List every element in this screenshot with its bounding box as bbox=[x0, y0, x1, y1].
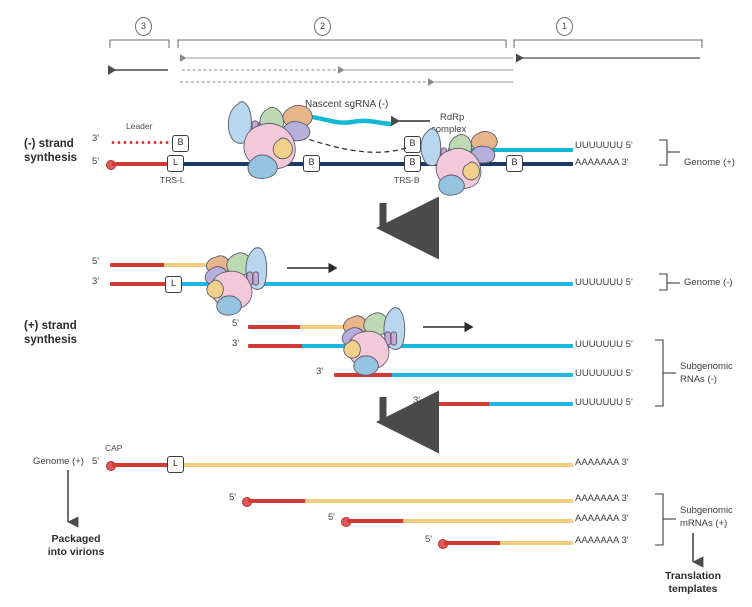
step-number-1: 1 bbox=[556, 17, 573, 36]
mrna-1-red-segment bbox=[248, 499, 307, 503]
row4-poly-a-label-1: AAAAAAA 3' bbox=[575, 493, 629, 504]
marker-l-trs-l: L bbox=[167, 155, 184, 172]
translation-note-line1: Translation bbox=[664, 570, 721, 582]
genome-plus-bracket bbox=[659, 139, 680, 166]
row3-sgrna-cyan-strand-1 bbox=[302, 344, 573, 348]
packaged-note-line1: Packaged bbox=[51, 533, 101, 545]
mrna-1-yellow-strand bbox=[305, 499, 573, 503]
row2-leader-red-segment bbox=[110, 282, 167, 286]
row3-sg2-three-prime-label: 3' bbox=[316, 366, 324, 377]
row1-poly-u-label: UUUUUUU 5' bbox=[575, 140, 633, 151]
row3-poly-u-label-1: UUUUUUU 5' bbox=[575, 339, 633, 350]
row4-poly-a-label-2: AAAAAAA 3' bbox=[575, 513, 629, 524]
rdrp-complex-label-line1: RdRp bbox=[440, 112, 465, 123]
section-label-negative-strand-line1: (-) strand bbox=[24, 138, 74, 150]
top-bracket-1 bbox=[513, 39, 703, 48]
marker-b-right: B bbox=[506, 155, 523, 172]
row3-sgrna-cyan-strand-3 bbox=[489, 402, 573, 406]
mrna-2-red-segment bbox=[347, 519, 404, 523]
row2-three-prime-label: 3' bbox=[92, 276, 100, 287]
mrna-2-yellow-strand bbox=[403, 519, 573, 523]
subgenomic-rnas-bracket-label-line2: RNAs (-) bbox=[680, 374, 717, 385]
nascent-leader-dotted-strand bbox=[110, 141, 172, 144]
rdrp-complex-blob-row3 bbox=[341, 307, 406, 376]
step-number-3: 3 bbox=[135, 17, 152, 36]
row4-poly-a-label-3: AAAAAAA 3' bbox=[575, 535, 629, 546]
row1-leader-red-segment bbox=[112, 162, 174, 166]
row3-sg3-red-segment bbox=[430, 402, 490, 406]
marker-b-trs-b-top: B bbox=[404, 136, 421, 153]
row3-poly-u-label-3: UUUUUUU 5' bbox=[575, 397, 633, 408]
trs-b-label: TRS-B bbox=[394, 175, 420, 185]
nascent-sgrna-label: Nascent sgRNA (-) bbox=[305, 99, 389, 110]
row2-five-prime-label: 5' bbox=[92, 256, 100, 267]
row3-three-prime-label: 3' bbox=[232, 338, 240, 349]
row3-sg3-three-prime-label: 3' bbox=[413, 395, 421, 406]
section-label-negative-strand-line2: synthesis bbox=[24, 152, 78, 164]
row3-sgrna-cyan-strand-2 bbox=[392, 373, 573, 377]
row2-poly-u-label: UUUUUUU 5' bbox=[575, 277, 633, 288]
nascent-sgrna-wave bbox=[287, 113, 393, 127]
overlay-graphics bbox=[67, 39, 704, 568]
row4-genome-red-segment bbox=[112, 463, 174, 467]
marker-b-leader-top: B bbox=[172, 135, 189, 152]
subgenomic-mrnas-bracket-label-line1: Subgenomic bbox=[680, 505, 733, 516]
genome-plus-label: Genome (+) bbox=[33, 456, 84, 467]
section-label-positive-strand-line2: synthesis bbox=[24, 334, 78, 346]
step-number-2: 2 bbox=[314, 17, 331, 36]
subgenomic-mrnas-bracket-label-line2: mRNAs (+) bbox=[680, 518, 728, 529]
row2-genome-negative-cyan-strand bbox=[165, 282, 573, 286]
rdrp-complex-blob-row1-left bbox=[227, 101, 313, 180]
row3-five-prime-label: 5' bbox=[232, 318, 240, 329]
marker-l-row2: L bbox=[165, 276, 182, 293]
subgenomic-rnas-bracket bbox=[655, 339, 676, 407]
marker-b-mid: B bbox=[303, 155, 320, 172]
row3-sg2-red-segment bbox=[334, 373, 393, 377]
leader-label: Leader bbox=[126, 121, 153, 131]
row3-poly-u-label-2: UUUUUUU 5' bbox=[575, 368, 633, 379]
row2-top-red-segment bbox=[110, 263, 165, 267]
trs-l-label: TRS-L bbox=[160, 175, 185, 185]
marker-l-row4: L bbox=[167, 456, 184, 473]
top-bracket-3 bbox=[109, 39, 170, 48]
diagram-canvas: 3 2 1 (-) strand synthesis (+) strand sy… bbox=[0, 0, 752, 607]
row4-genome-yellow-strand bbox=[172, 463, 573, 467]
mrna-3-yellow-strand bbox=[500, 541, 573, 545]
template-switch-dashed-arc bbox=[266, 122, 407, 153]
section-label-positive-strand-line1: (+) strand bbox=[24, 320, 77, 332]
mrna-3-red-segment bbox=[444, 541, 501, 545]
row1-nascent-cyan-segment bbox=[448, 148, 573, 152]
rdrp-complex-label-line2: complex bbox=[431, 124, 467, 135]
row1-five-prime-label: 5' bbox=[92, 156, 100, 167]
genome-plus-bracket-label: Genome (+) bbox=[684, 157, 735, 168]
row4-m2-five-prime-label: 5' bbox=[328, 512, 336, 523]
row3-red-segment bbox=[248, 344, 303, 348]
top-bracket-2 bbox=[177, 39, 507, 48]
row3-top-yellow-segment bbox=[300, 325, 352, 329]
row4-poly-a-genome-label: AAAAAAA 3' bbox=[575, 457, 629, 468]
row4-five-prime-label: 5' bbox=[92, 456, 100, 467]
cap-label: CAP bbox=[105, 443, 123, 453]
genome-negative-bracket bbox=[659, 273, 680, 291]
marker-b-trs-b: B bbox=[404, 155, 421, 172]
row1-poly-a-label: AAAAAAA 3' bbox=[575, 157, 629, 168]
packaged-note-line2: into virions bbox=[47, 546, 105, 558]
subgenomic-mrnas-bracket bbox=[655, 493, 676, 546]
genome-negative-bracket-label: Genome (-) bbox=[684, 277, 733, 288]
row4-m1-five-prime-label: 5' bbox=[229, 492, 237, 503]
subgenomic-rnas-bracket-label-line1: Subgenomic bbox=[680, 361, 733, 372]
row3-top-red-segment bbox=[248, 325, 301, 329]
row1-three-prime-label: 3' bbox=[92, 133, 100, 144]
translation-note-line2: templates bbox=[668, 583, 718, 595]
row2-top-yellow-segment bbox=[164, 263, 216, 267]
row4-m3-five-prime-label: 5' bbox=[425, 534, 433, 545]
